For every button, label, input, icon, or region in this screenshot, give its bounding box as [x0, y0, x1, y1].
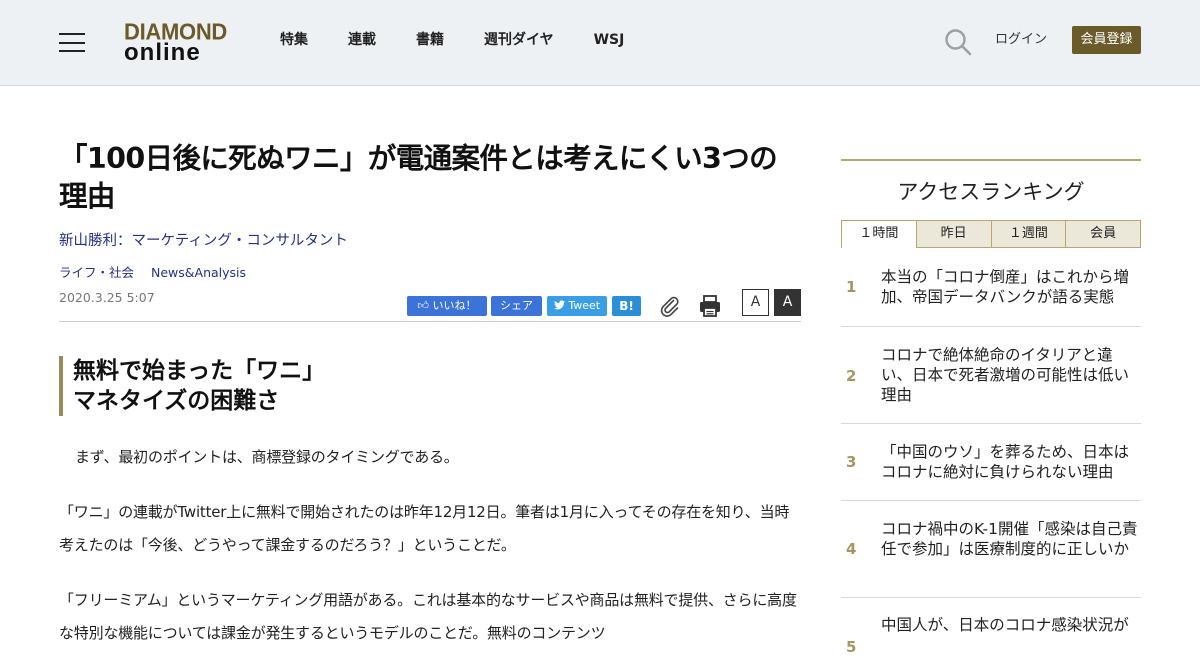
sidebar-divider	[841, 159, 1141, 161]
ranking-title: アクセスランキング	[897, 180, 1085, 204]
clip-icon[interactable]	[659, 295, 681, 317]
facebook-share-button[interactable]: シェア	[491, 296, 542, 316]
nav-item-series[interactable]: 連載	[348, 31, 376, 49]
login-link[interactable]: ログイン	[995, 31, 1047, 49]
tab-yesterday[interactable]: 昨日	[916, 220, 992, 248]
article-title: 「100日後に死ぬワニ」が電通案件とは考えにくい3つの理由	[59, 142, 778, 213]
ranking-item[interactable]: 5 中国人が、日本のコロナ感染状況が	[841, 598, 1141, 658]
logo-top: DIAMOND	[124, 18, 228, 45]
ranking-number: 1	[846, 278, 857, 296]
site-logo[interactable]: DIAMOND online	[124, 18, 228, 66]
nav-item-books[interactable]: 書籍	[416, 31, 444, 49]
section-heading-line-2: マネタイズの困難さ	[73, 388, 280, 414]
ranking-item[interactable]: 3 「中国のウソ」を葬るため、日本はコロナに絶対に負けられない理由	[841, 424, 1141, 501]
publish-date: 2020.3.25 5:07	[59, 290, 155, 305]
nav-item-weekly-diamond[interactable]: 週刊ダイヤ	[484, 31, 554, 49]
article-meta: 2020.3.25 5:07 👍︎ いいね！ シェア Tweet B! A A	[59, 288, 801, 322]
ranking-headline: 中国人が、日本のコロナ感染状況が	[881, 616, 1129, 634]
ranking-number: 3	[846, 453, 857, 471]
ranking-sidebar: アクセスランキング １時間 昨日 １週間 会員 1 本当の「コロナ倒産」はこれか…	[841, 159, 1141, 658]
article-paragraph: 「フリーミアム」というマーケティング用語がある。これは基本的なサービスや商品は無…	[59, 591, 797, 642]
ranking-number: 5	[846, 638, 857, 656]
ranking-number: 2	[846, 367, 857, 385]
article: 「100日後に死ぬワニ」が電通案件とは考えにくい3つの理由 新山勝利：マーケティ…	[59, 140, 801, 650]
ranking-headline: コロナ禍中のK-1開催「感染は自己責任で参加」は医療制度的に正しいか	[881, 520, 1138, 558]
nav-item-wsj[interactable]: WSJ	[594, 31, 625, 49]
font-size-large-button[interactable]: A	[774, 289, 801, 316]
print-icon[interactable]	[699, 294, 721, 318]
ranking-headline: コロナで絶体絶命のイタリアと違い、日本で死者激増の可能性は低い理由	[881, 346, 1130, 404]
register-button[interactable]: 会員登録	[1072, 26, 1141, 54]
ranking-headline: 「中国のウソ」を葬るため、日本はコロナに絶対に負けられない理由	[881, 443, 1130, 481]
tweet-button[interactable]: Tweet	[547, 296, 607, 316]
tag-life-society[interactable]: ライフ・社会	[59, 265, 134, 280]
menu-icon[interactable]	[59, 33, 85, 52]
ranking-item[interactable]: 2 コロナで絶体絶命のイタリアと違い、日本で死者激増の可能性は低い理由	[841, 327, 1141, 424]
article-paragraph: 「ワニ」の連載がTwitter上に無料で開始されたのは昨年12月12日。筆者は1…	[59, 503, 790, 554]
main-nav: 特集 連載 書籍 週刊ダイヤ WSJ	[280, 31, 664, 49]
hatena-bookmark-button[interactable]: B!	[612, 296, 641, 316]
tab-1-hour[interactable]: １時間	[841, 220, 917, 248]
ranking-number: 4	[846, 540, 857, 558]
tag-news-analysis[interactable]: News&Analysis	[151, 265, 246, 280]
article-tags: ライフ・社会 News&Analysis	[59, 264, 801, 282]
author-link[interactable]: 新山勝利：マーケティング・コンサルタント	[59, 231, 801, 251]
ranking-tabs: １時間 昨日 １週間 会員	[841, 220, 1141, 248]
tab-members[interactable]: 会員	[1066, 220, 1141, 248]
site-header: DIAMOND online 特集 連載 書籍 週刊ダイヤ WSJ ログイン 会…	[0, 0, 1200, 86]
article-paragraph: まず、最初のポイントは、商標登録のタイミングである。	[75, 448, 459, 466]
like-label: いいね！	[432, 299, 477, 312]
logo-bottom: online	[124, 39, 201, 66]
ranking-headline: 本当の「コロナ倒産」はこれから増加、帝国データバンクが語る実態	[881, 268, 1130, 306]
facebook-like-button[interactable]: 👍︎ いいね！	[407, 296, 487, 316]
section-heading: 無料で始まった「ワニ」 マネタイズの困難さ	[59, 356, 801, 416]
twitter-bird-icon	[553, 300, 565, 310]
ranking-item[interactable]: 1 本当の「コロナ倒産」はこれから増加、帝国データバンクが語る実態	[841, 248, 1141, 327]
thumbs-up-icon: 👍︎	[417, 299, 433, 312]
search-icon[interactable]	[944, 28, 972, 56]
font-size-small-button[interactable]: A	[742, 289, 769, 316]
tweet-label: Tweet	[568, 299, 601, 312]
nav-item-feature[interactable]: 特集	[280, 31, 308, 49]
section-heading-line-1: 無料で始まった「ワニ」	[73, 358, 326, 384]
ranking-item[interactable]: 4 コロナ禍中のK-1開催「感染は自己責任で参加」は医療制度的に正しいか	[841, 501, 1141, 598]
tab-1-week[interactable]: １週間	[991, 220, 1067, 248]
